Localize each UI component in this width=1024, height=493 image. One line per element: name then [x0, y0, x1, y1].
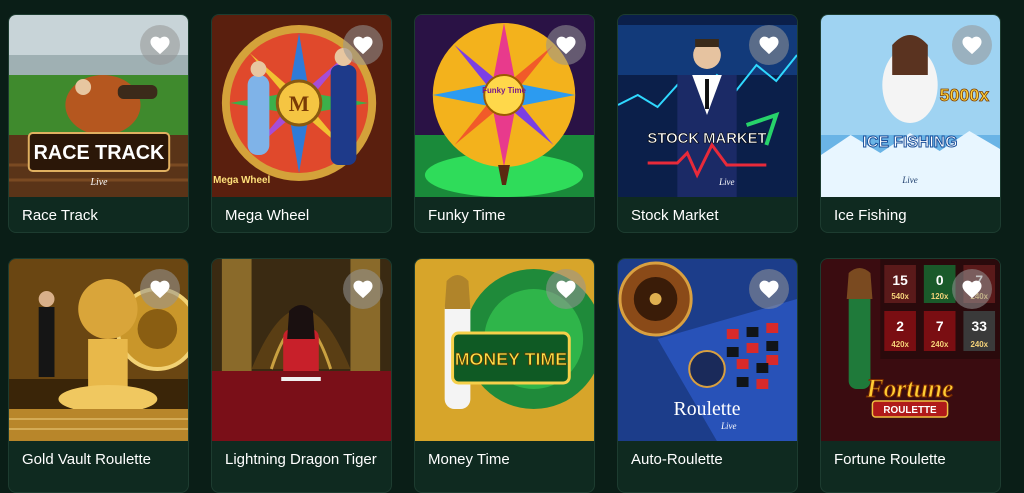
- provider-badge: Live: [718, 177, 734, 187]
- game-thumbnail: Funky Time: [415, 15, 594, 197]
- game-thumbnail: RACE TRACK Live: [9, 15, 188, 197]
- board-number: 7: [936, 318, 944, 334]
- heart-icon: [556, 36, 576, 55]
- game-thumbnail: [212, 259, 391, 441]
- game-title: Race Track: [22, 207, 98, 224]
- heart-icon: [150, 280, 170, 299]
- roulette-logo-sub: ROULETTE: [883, 405, 937, 416]
- ice-fishing-logo: ICE FISHING: [863, 134, 958, 151]
- board-number: 15: [892, 272, 908, 288]
- roulette-logo: Roulette: [674, 398, 741, 420]
- board-number: 0: [936, 272, 944, 288]
- game-card-stock-market[interactable]: STOCK MARKET Live Stock Market: [617, 14, 798, 233]
- game-card-gold-vault-roulette[interactable]: Gold Vault Roulette: [8, 258, 189, 493]
- stock-market-logo: STOCK MARKET: [647, 131, 766, 147]
- favorite-button[interactable]: [140, 269, 180, 309]
- favorite-button[interactable]: [546, 25, 586, 65]
- game-title: Fortune Roulette: [834, 451, 946, 468]
- favorite-button[interactable]: [952, 269, 992, 309]
- game-thumbnail: [9, 259, 188, 441]
- favorite-button[interactable]: [952, 25, 992, 65]
- favorite-button[interactable]: [343, 25, 383, 65]
- game-card-ice-fishing[interactable]: 5000x ICE FISHING Live Ice Fishing: [820, 14, 1001, 233]
- game-card-mega-wheel[interactable]: M Mega Wheel Mega Wheel: [211, 14, 392, 233]
- fortune-logo: Fortune: [865, 374, 953, 403]
- provider-badge: Live: [720, 421, 736, 431]
- heart-icon: [759, 280, 779, 299]
- game-title: Auto-Roulette: [631, 451, 723, 468]
- game-title: Mega Wheel: [225, 207, 310, 224]
- board-multiplier: 240x: [931, 340, 949, 349]
- game-title: Money Time: [428, 451, 510, 468]
- game-title: Gold Vault Roulette: [22, 451, 151, 468]
- heart-icon: [150, 36, 170, 55]
- game-card-lightning-dragon-tiger[interactable]: Lightning Dragon Tiger: [211, 258, 392, 493]
- board-multiplier: 120x: [931, 292, 949, 301]
- mega-wheel-logo: Mega Wheel: [213, 175, 270, 186]
- favorite-button[interactable]: [343, 269, 383, 309]
- board-multiplier: 240x: [970, 340, 988, 349]
- board-multiplier: 540x: [891, 292, 909, 301]
- wheel-center-logo: M: [289, 92, 310, 116]
- game-title: Lightning Dragon Tiger: [225, 451, 377, 468]
- provider-badge: Live: [901, 175, 917, 185]
- heart-icon: [556, 280, 576, 299]
- race-track-logo: RACE TRACK: [34, 142, 165, 164]
- multiplier-label: 5000x: [940, 85, 990, 105]
- game-card-race-track[interactable]: RACE TRACK Live Race Track: [8, 14, 189, 233]
- heart-icon: [962, 36, 982, 55]
- game-thumbnail: 5000x ICE FISHING Live: [821, 15, 1000, 197]
- game-title: Ice Fishing: [834, 207, 907, 224]
- game-title: Stock Market: [631, 207, 719, 224]
- game-card-auto-roulette[interactable]: Roulette Live Auto-Roulette: [617, 258, 798, 493]
- heart-icon: [759, 36, 779, 55]
- game-card-funky-time[interactable]: Funky Time Funky Time: [414, 14, 595, 233]
- game-thumbnail: 15 0 7 2 7 33 540x 120x 240x 420x 240x 2…: [821, 259, 1000, 441]
- favorite-button[interactable]: [546, 269, 586, 309]
- favorite-button[interactable]: [749, 25, 789, 65]
- funky-time-logo: Funky Time: [482, 86, 526, 95]
- game-title: Funky Time: [428, 207, 506, 224]
- game-grid: RACE TRACK Live Race Track M Mega Wheel …: [8, 14, 1014, 493]
- game-card-money-time[interactable]: MONEY TIME Money Time: [414, 258, 595, 493]
- game-card-fortune-roulette[interactable]: 15 0 7 2 7 33 540x 120x 240x 420x 240x 2…: [820, 258, 1001, 493]
- game-thumbnail: M Mega Wheel: [212, 15, 391, 197]
- provider-badge: Live: [89, 177, 108, 188]
- money-time-logo: MONEY TIME: [455, 349, 567, 369]
- board-number: 33: [972, 318, 988, 334]
- favorite-button[interactable]: [140, 25, 180, 65]
- heart-icon: [353, 280, 373, 299]
- heart-icon: [353, 36, 373, 55]
- board-multiplier: 420x: [891, 340, 909, 349]
- heart-icon: [962, 280, 982, 299]
- game-thumbnail: STOCK MARKET Live: [618, 15, 797, 197]
- game-thumbnail: Roulette Live: [618, 259, 797, 441]
- game-thumbnail: MONEY TIME: [415, 259, 594, 441]
- favorite-button[interactable]: [749, 269, 789, 309]
- board-number: 2: [896, 318, 904, 334]
